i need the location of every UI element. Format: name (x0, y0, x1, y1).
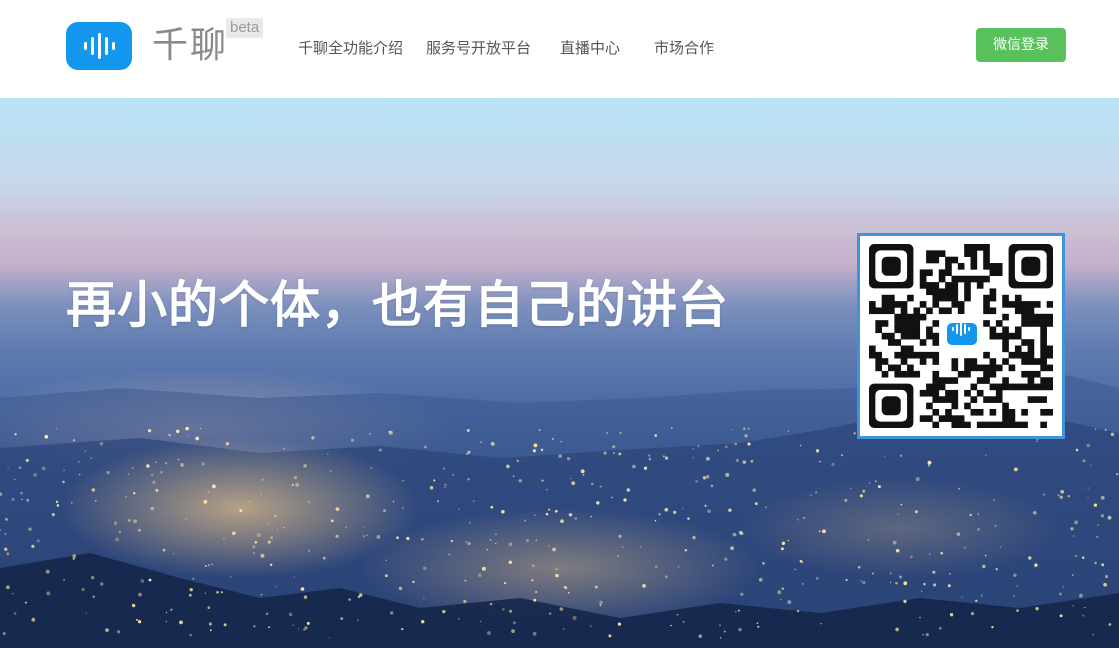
brand-logo[interactable] (66, 22, 132, 70)
wechat-login-button[interactable]: 微信登录 (976, 28, 1066, 62)
soundwave-icon (84, 33, 115, 59)
qr-code-panel[interactable] (857, 233, 1065, 439)
beta-badge: beta (226, 18, 264, 38)
nav-market-cooperation[interactable]: 市场合作 (654, 38, 714, 58)
soundwave-icon (952, 322, 970, 336)
hero-title: 再小的个体，也有自己的讲台 (66, 276, 729, 334)
brand-name[interactable]: 千聊 (152, 24, 228, 68)
top-header: 千聊 beta 千聊全功能介绍 服务号开放平台 直播中心 市场合作 微信登录 (0, 0, 1119, 98)
hero-banner: 再小的个体，也有自己的讲台 (0, 98, 1119, 648)
nav-live-center[interactable]: 直播中心 (560, 38, 620, 58)
nav-open-platform[interactable]: 服务号开放平台 (426, 38, 531, 58)
qr-center-logo (942, 314, 982, 354)
nav-features[interactable]: 千聊全功能介绍 (298, 38, 403, 58)
